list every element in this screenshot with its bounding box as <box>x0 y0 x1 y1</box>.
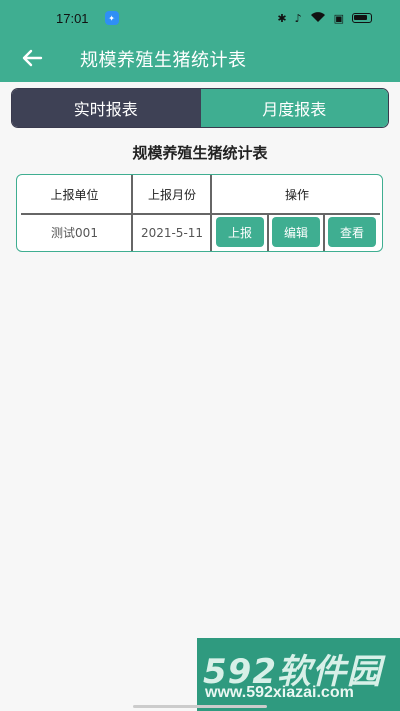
edit-button[interactable]: 编辑 <box>272 217 320 247</box>
watermark-url: www.592xiazai.com <box>205 684 354 701</box>
app-bar: 17:01 ✦ ✱ ♪ ▣ 规模养殖生猪统计表 <box>0 0 400 82</box>
report-type-tabs: 实时报表 月度报表 <box>11 88 389 128</box>
wifi-icon <box>310 11 326 26</box>
back-button[interactable] <box>18 44 46 72</box>
bluetooth-icon: ✱ <box>277 11 287 25</box>
header-unit: 上报单位 <box>50 187 99 202</box>
header-month: 上报月份 <box>147 187 196 202</box>
battery-icon <box>352 13 372 23</box>
cell-month: 2021-5-11 <box>140 225 204 240</box>
column-divider <box>267 213 269 251</box>
notification-app-icon: ✦ <box>104 11 119 25</box>
mute-icon: ♪ <box>294 11 302 25</box>
status-bar: 17:01 ✦ ✱ ♪ ▣ <box>0 0 400 36</box>
arrow-left-icon <box>22 49 43 67</box>
tab-realtime-report[interactable]: 实时报表 <box>12 89 200 127</box>
home-indicator[interactable] <box>133 705 267 708</box>
table-title: 规模养殖生猪统计表 <box>132 144 268 162</box>
status-icons: ✱ ♪ ▣ <box>277 11 372 26</box>
header-actions: 操作 <box>284 187 309 202</box>
cell-unit: 测试001 <box>51 226 98 240</box>
tab-monthly-report[interactable]: 月度报表 <box>199 89 388 127</box>
view-button[interactable]: 查看 <box>328 217 376 247</box>
watermark: 592软件园 www.592xiazai.com <box>197 638 400 711</box>
column-divider <box>323 213 325 251</box>
report-table: 上报单位 上报月份 操作 测试001 2021-5-11 上报 编辑 查看 <box>16 174 383 252</box>
status-time: 17:01 <box>56 10 89 26</box>
page-title: 规模养殖生猪统计表 <box>80 50 247 71</box>
report-button[interactable]: 上报 <box>216 217 264 247</box>
sim-icon: ▣ <box>333 11 344 25</box>
